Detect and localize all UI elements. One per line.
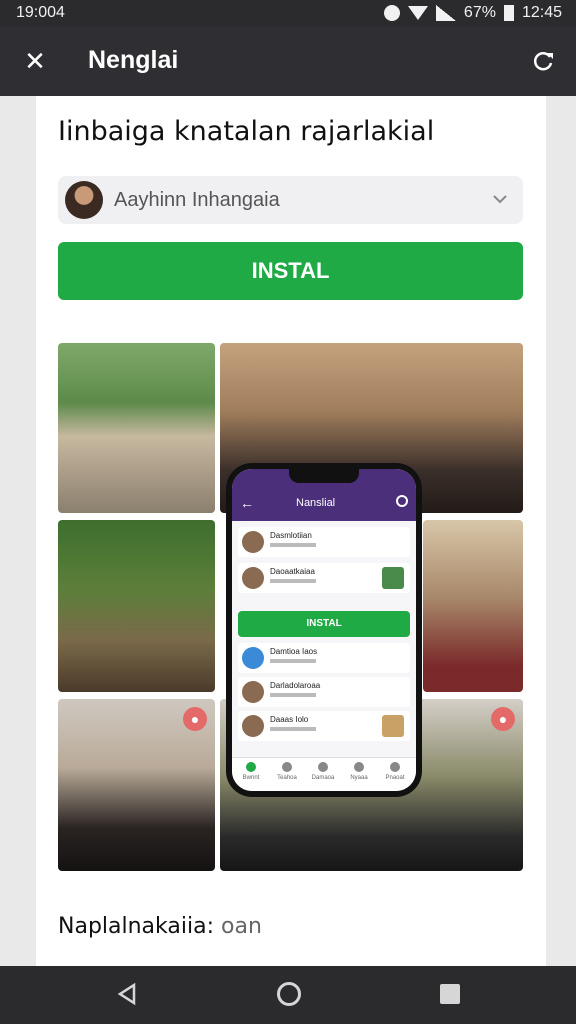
gallery-image-street[interactable] xyxy=(58,343,215,513)
recents-icon[interactable] xyxy=(440,984,460,1004)
list-item-sub xyxy=(270,579,316,583)
wifi-icon xyxy=(407,6,428,20)
status-time: 19:004 xyxy=(16,4,65,21)
phone-install-button: INSTAL xyxy=(238,611,410,637)
list-item-label: Dasmlotiian xyxy=(270,531,312,540)
phone-title: Nanslial xyxy=(296,497,336,509)
thumbnail xyxy=(382,715,404,737)
screenshot-gallery: ● ● ← Nanslial Dasmlotiian Daoaatkaiaa I… xyxy=(58,343,523,871)
list-item: Dasmlotiian xyxy=(238,527,410,557)
list-item-label: Damtioa Iaos xyxy=(270,647,318,656)
chevron-down-icon xyxy=(493,195,507,204)
list-item: Daaas Iolo xyxy=(238,711,410,741)
footer-label: Naplalnakaiia: oan xyxy=(58,914,262,939)
phone-tab: Bwnnt xyxy=(234,762,268,781)
phone-notch xyxy=(289,469,359,483)
gallery-image-gathering[interactable]: ● xyxy=(58,699,215,871)
account-name: Aayhinn Inhangaia xyxy=(114,189,280,211)
phone-tab: Damaoa xyxy=(306,762,340,781)
phone-mockup: ← Nanslial Dasmlotiian Daoaatkaiaa INSTA… xyxy=(226,463,422,797)
install-sheet: Iinbaiga knatalan rajarlakial Aayhinn In… xyxy=(36,96,546,968)
list-item-label: Darladolaroaa xyxy=(270,681,321,690)
phone-tab-bar: Bwnnt Teahoa Damaoa Nyaaa Pnaoat xyxy=(232,757,416,791)
gallery-image-room[interactable] xyxy=(423,520,523,692)
person-badge-icon: ● xyxy=(491,707,515,731)
list-item-sub xyxy=(270,693,316,697)
list-item-sub xyxy=(270,727,316,731)
gallery-image-garden[interactable] xyxy=(58,520,215,692)
battery-percent: 67% xyxy=(463,4,496,21)
phone-tab: Pnaoat xyxy=(378,762,412,781)
status-icons: 67% 12:45 xyxy=(383,4,562,22)
avatar xyxy=(242,567,264,589)
list-item: Damtioa Iaos xyxy=(238,643,410,673)
home-icon xyxy=(246,762,256,772)
thumbnail xyxy=(382,567,404,589)
alarm-icon xyxy=(383,5,400,21)
footer-value: oan xyxy=(221,914,262,939)
phone-tab: Nyaaa xyxy=(342,762,376,781)
avatar xyxy=(242,531,264,553)
list-item: Darladolaroaa xyxy=(238,677,410,707)
list-item: Daoaatkaiaa xyxy=(238,563,410,593)
close-icon[interactable]: ✕ xyxy=(22,48,48,74)
list-item-label: Daaas Iolo xyxy=(270,715,309,724)
refresh-icon[interactable] xyxy=(530,48,556,74)
person-badge-icon: ● xyxy=(183,707,207,731)
status-bar: 19:004 67% 12:45 xyxy=(0,0,576,26)
account-selector[interactable]: Aayhinn Inhangaia xyxy=(58,176,523,224)
avatar xyxy=(242,681,264,703)
search-icon xyxy=(396,495,408,507)
list-icon xyxy=(390,762,400,772)
app-bar: ✕ Nenglai xyxy=(0,26,576,96)
footer-key: Naplalnakaiia: xyxy=(58,914,214,939)
chat-icon xyxy=(354,762,364,772)
phone-screen: ← Nanslial Dasmlotiian Daoaatkaiaa INSTA… xyxy=(232,469,416,791)
avatar xyxy=(65,181,103,219)
list-item-sub xyxy=(270,659,316,663)
page-title: Iinbaiga knatalan rajarlakial xyxy=(58,116,435,147)
clock-icon xyxy=(318,762,328,772)
list-item-sub xyxy=(270,543,316,547)
avatar xyxy=(242,647,264,669)
back-icon[interactable] xyxy=(116,982,140,1006)
battery-icon xyxy=(503,5,514,21)
back-arrow-icon: ← xyxy=(240,495,254,511)
phone-tab: Teahoa xyxy=(270,762,304,781)
app-title: Nenglai xyxy=(88,46,179,74)
person-icon xyxy=(282,762,292,772)
list-item-label: Daoaatkaiaa xyxy=(270,567,315,576)
avatar xyxy=(242,715,264,737)
install-button[interactable]: INSTAL xyxy=(58,242,523,300)
system-nav-bar xyxy=(0,966,576,1024)
status-clock: 12:45 xyxy=(521,4,562,21)
home-icon[interactable] xyxy=(277,982,301,1006)
signal-icon xyxy=(435,5,456,21)
